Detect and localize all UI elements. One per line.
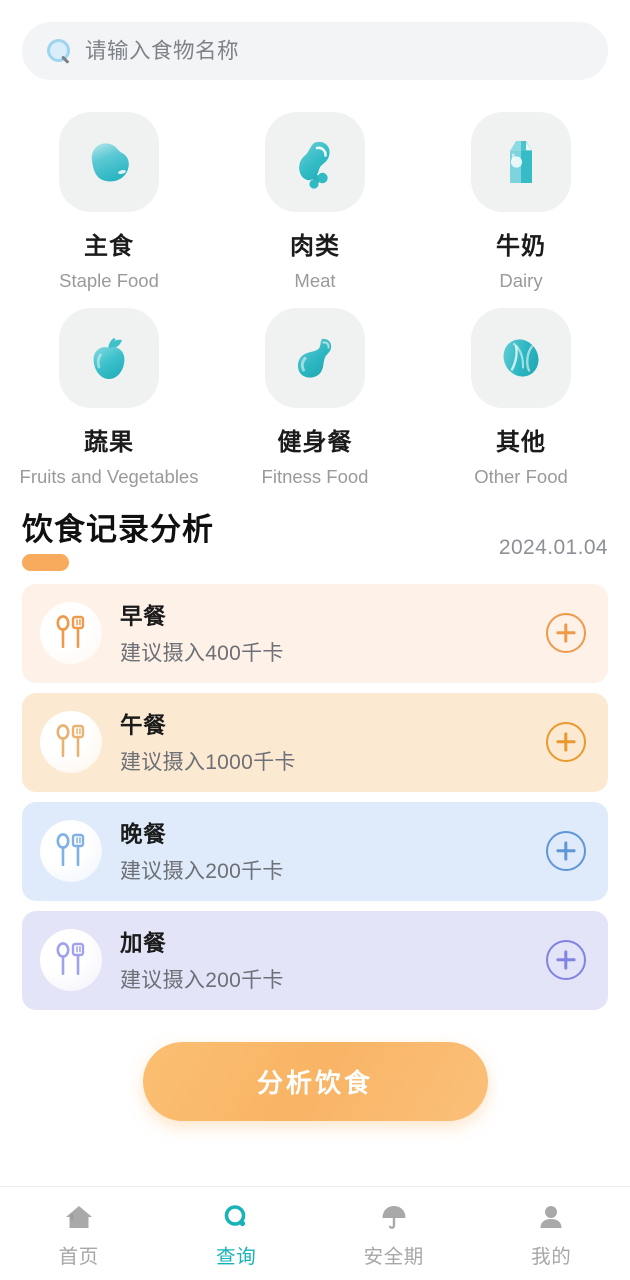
meal-calorie-advice: 建议摄入200千卡	[120, 969, 284, 993]
analysis-title-block: 饮食记录分析	[22, 512, 214, 571]
milk-carton-icon	[510, 141, 532, 183]
spoon-fork-icon	[56, 833, 85, 867]
search-icon	[46, 38, 72, 64]
category-tile	[265, 308, 365, 408]
category-staple-food[interactable]: 主食 Staple Food	[6, 96, 212, 292]
meal-card-lunch[interactable]: 午餐 建议摄入1000千卡	[22, 692, 608, 792]
add-dinner-button[interactable]	[546, 831, 586, 872]
category-tile	[471, 112, 571, 212]
category-tile	[265, 112, 365, 212]
category-label-en: Staple Food	[59, 270, 159, 291]
meal-calorie-advice: 建议摄入200千卡	[120, 860, 284, 884]
category-label-en: Other Food	[474, 466, 568, 487]
category-fitness-food[interactable]: 健身餐 Fitness Food	[212, 292, 418, 488]
bottom-navigation: 首页 查询 安全期 我的	[0, 1186, 630, 1280]
meal-calorie-advice: 建议摄入1000千卡	[120, 751, 296, 775]
category-label-zh: 主食	[84, 233, 134, 260]
add-lunch-button[interactable]	[546, 722, 586, 763]
add-snack-button[interactable]	[546, 940, 586, 981]
home-icon	[64, 1202, 94, 1232]
meal-name: 午餐	[120, 713, 167, 739]
category-fruits-vegetables[interactable]: 蔬果 Fruits and Vegetables	[6, 292, 212, 488]
category-label-zh: 其他	[496, 429, 546, 456]
title-underline-accent	[22, 553, 69, 571]
analysis-section-header: 饮食记录分析 2024.01.04	[22, 512, 608, 571]
meal-name: 早餐	[120, 604, 167, 630]
spoon-fork-icon	[56, 724, 85, 758]
category-other-food[interactable]: 其他 Other Food	[418, 292, 624, 488]
meal-card-dinner[interactable]: 晚餐 建议摄入200千卡	[22, 801, 608, 901]
nav-item-profile[interactable]: 我的	[473, 1198, 630, 1269]
category-tile	[59, 308, 159, 408]
meal-card-breakfast[interactable]: 早餐 建议摄入400千卡	[22, 583, 608, 683]
meal-list: 早餐 建议摄入400千卡 午餐 建议摄入1000千卡 晚餐 建议摄入200千卡 …	[22, 583, 608, 1010]
meal-calorie-advice: 建议摄入400千卡	[120, 642, 284, 666]
spoon-fork-icon	[56, 615, 85, 649]
nav-item-query[interactable]: 查询	[158, 1198, 316, 1269]
category-label-zh: 蔬果	[84, 429, 134, 456]
meal-texts: 午餐 建议摄入1000千卡	[120, 708, 546, 776]
category-meat[interactable]: 肉类 Meat	[212, 96, 418, 292]
analysis-date: 2024.01.04	[498, 536, 608, 559]
analyze-button-wrap: 分析饮食	[0, 1041, 630, 1121]
nav-label: 首页	[58, 1246, 99, 1268]
category-label-en: Dairy	[499, 270, 543, 291]
spoon-fork-icon	[56, 942, 85, 976]
rice-bowl-icon	[91, 143, 129, 182]
category-label-en: Fitness Food	[261, 466, 369, 487]
category-dairy[interactable]: 牛奶 Dairy	[418, 96, 624, 292]
category-label-en: Meat	[294, 270, 336, 291]
apple-icon	[93, 338, 125, 379]
meal-name: 加餐	[120, 931, 167, 957]
meal-name: 晚餐	[120, 822, 167, 848]
category-label-en: Fruits and Vegetables	[19, 466, 199, 487]
umbrella-icon	[379, 1202, 409, 1232]
person-icon	[536, 1202, 566, 1232]
search-input[interactable]	[85, 38, 584, 64]
nav-label: 查询	[216, 1246, 257, 1268]
nav-label: 安全期	[363, 1246, 424, 1268]
meal-texts: 加餐 建议摄入200千卡	[120, 926, 546, 994]
category-label-zh: 健身餐	[277, 429, 353, 456]
nav-label: 我的	[531, 1246, 572, 1268]
meal-texts: 早餐 建议摄入400千卡	[120, 599, 546, 667]
meal-icon-circle	[40, 929, 102, 992]
bicep-icon	[297, 338, 332, 378]
category-tile	[59, 112, 159, 212]
category-label-zh: 肉类	[290, 233, 340, 260]
category-tile	[471, 308, 571, 408]
add-breakfast-button[interactable]	[546, 613, 586, 654]
page-title: 饮食记录分析	[22, 512, 214, 547]
coffee-bean-icon	[503, 339, 539, 377]
nav-item-home[interactable]: 首页	[0, 1198, 158, 1269]
meal-icon-circle	[40, 602, 102, 665]
category-label-zh: 牛奶	[496, 233, 546, 260]
nav-item-safe-period[interactable]: 安全期	[315, 1198, 473, 1269]
drumstick-icon	[299, 141, 330, 189]
meal-card-snack[interactable]: 加餐 建议摄入200千卡	[22, 910, 608, 1010]
search-bar[interactable]	[22, 22, 608, 80]
meal-icon-circle	[40, 711, 102, 774]
meal-icon-circle	[40, 820, 102, 883]
analyze-diet-button[interactable]: 分析饮食	[142, 1041, 488, 1121]
search-section	[0, 0, 630, 80]
search-ring-icon	[221, 1202, 251, 1232]
meal-texts: 晚餐 建议摄入200千卡	[120, 817, 546, 885]
category-grid: 主食 Staple Food 肉类 Meat 牛奶 Dairy 蔬果 Fruit…	[0, 80, 630, 488]
